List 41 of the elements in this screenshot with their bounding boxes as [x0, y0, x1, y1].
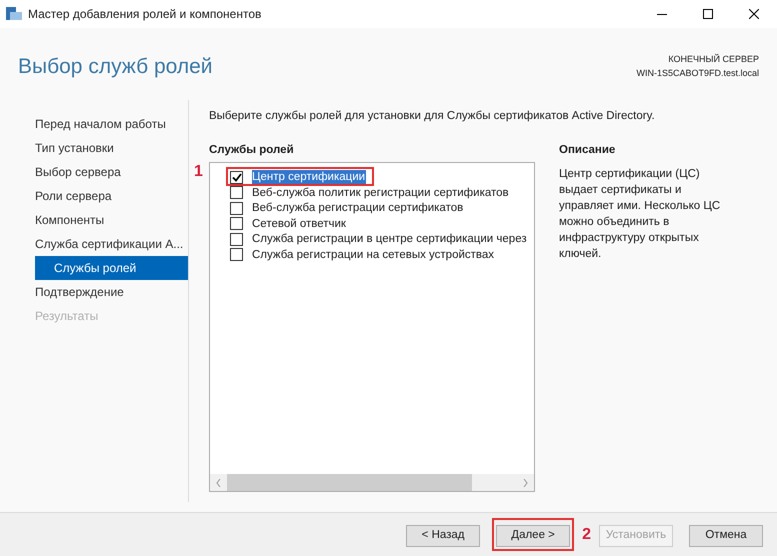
- sidebar-item[interactable]: Выбор сервера: [35, 160, 188, 184]
- wizard-button[interactable]: < Назад: [406, 524, 480, 547]
- wizard-button[interactable]: Отмена: [689, 524, 763, 547]
- maximize-icon: [703, 9, 713, 19]
- annotation-number: 1: [194, 162, 203, 182]
- role-service-label[interactable]: Служба регистрации в центре сертификации через: [252, 232, 528, 246]
- role-service-label[interactable]: Центр сертификации: [252, 170, 366, 184]
- app-icon: [6, 7, 22, 21]
- wizard-button[interactable]: Далее >: [496, 524, 570, 547]
- page-title: Выбор служб ролей: [18, 56, 213, 77]
- checkbox[interactable]: [230, 217, 243, 230]
- checkbox[interactable]: [230, 248, 243, 261]
- checkbox[interactable]: [230, 170, 243, 184]
- scrollbar-thumb[interactable]: [227, 474, 472, 491]
- description-text: Центр сертификации (ЦС) выдает сертификаты и управляет ими. Несколько ЦС можно объединить в инфраструктуру открытых ключей.: [559, 167, 722, 262]
- sidebar-item[interactable]: Служба сертификации А...: [35, 232, 188, 256]
- role-service-label[interactable]: Служба регистрации на сетевых устройствах: [252, 248, 496, 262]
- checkbox[interactable]: [230, 202, 243, 214]
- description-heading: Описание: [559, 143, 616, 158]
- sidebar-item[interactable]: Компоненты: [35, 208, 188, 232]
- horizontal-scrollbar[interactable]: [210, 474, 534, 491]
- role-service-label[interactable]: Сетевой ответчик: [252, 216, 347, 230]
- sidebar-item[interactable]: Подтверждение: [35, 280, 188, 304]
- checkbox[interactable]: [230, 186, 243, 199]
- server-label: КОНЕЧНЫЙ СЕРВЕР: [668, 52, 759, 66]
- close-icon: [749, 9, 759, 19]
- window-title: Мастер добавления ролей и компонентов: [28, 6, 262, 23]
- role-service-label[interactable]: Веб-служба регистрации сертификатов: [252, 201, 464, 215]
- sidebar-item[interactable]: Роли сервера: [35, 184, 188, 208]
- scroll-right-icon: [523, 478, 528, 486]
- role-service-label[interactable]: Веб-служба политик регистрации сертификатов: [252, 186, 510, 200]
- sidebar-item[interactable]: Перед началом работы: [35, 112, 188, 136]
- instruction-text: Выберите службы ролей для установки для Службы сертификатов Active Directory.: [209, 109, 656, 124]
- scroll-left-icon: [216, 478, 221, 486]
- section-heading: Службы ролей: [209, 143, 295, 158]
- annotation-number: 2: [582, 524, 591, 544]
- sidebar-item[interactable]: Тип установки: [35, 136, 188, 160]
- check-icon: [232, 172, 242, 182]
- sidebar-item[interactable]: Службы ролей: [35, 256, 188, 280]
- server-name: WIN-1S5CABOT9FD.test.local: [636, 67, 759, 80]
- checkbox[interactable]: [230, 232, 243, 246]
